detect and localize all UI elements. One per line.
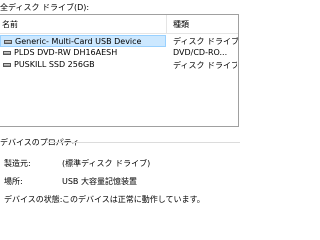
- device-name: Generic- Multi-Card USB Device: [15, 37, 142, 46]
- device-type: DVD/CD-RO...: [173, 48, 228, 57]
- manufacturer-value: (標準ディスク ドライブ): [62, 159, 151, 168]
- column-header-name[interactable]: 名前: [2, 19, 18, 30]
- drive-icon: [3, 51, 11, 55]
- device-row-generic-multicard[interactable]: Generic- Multi-Card USB Device: [0, 35, 166, 47]
- group-divider: [47, 142, 240, 143]
- drive-icon: [4, 40, 12, 44]
- column-header-type[interactable]: 種類: [173, 19, 189, 30]
- list-header: 名前 種類: [0, 15, 238, 34]
- device-row-plds-dvd[interactable]: PLDS DVD-RW DH16AESH DVD/CD-RO...: [0, 47, 238, 59]
- device-status-value: このデバイスは正常に動作しています。: [62, 195, 205, 204]
- location-value: USB 大容量記憶装置: [62, 177, 137, 186]
- device-listview[interactable]: 名前 種類 Generic- Multi-Card USB Device ディス…: [0, 14, 239, 127]
- manufacturer-label: 製造元:: [4, 159, 31, 168]
- device-name: PLDS DVD-RW DH16AESH: [14, 48, 118, 57]
- column-divider[interactable]: [166, 15, 167, 33]
- location-label: 場所:: [4, 177, 23, 186]
- device-status-label: デバイスの状態:: [4, 195, 63, 204]
- drive-list-title: 全ディスク ドライブ(D):: [0, 3, 90, 12]
- drive-icon: [3, 63, 11, 67]
- device-row-puskill-ssd[interactable]: PUSKILL SSD 256GB ディスク ドライブ: [0, 59, 238, 71]
- device-name: PUSKILL SSD 256GB: [14, 60, 95, 69]
- device-type: ディスク ドライブ: [173, 37, 239, 46]
- device-type: ディスク ドライブ: [173, 61, 237, 70]
